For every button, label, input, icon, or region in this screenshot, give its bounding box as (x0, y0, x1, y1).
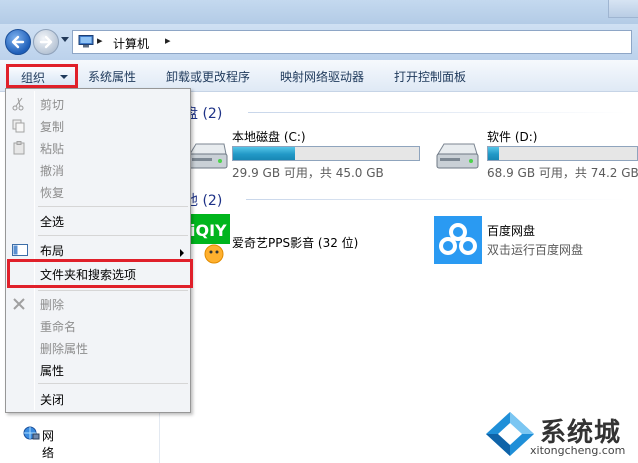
arrow-right-icon (39, 35, 53, 49)
svg-text:iQIY: iQIY (190, 221, 227, 240)
group-divider (248, 112, 628, 113)
highlight-annotation-box (7, 259, 193, 288)
breadcrumb-separator[interactable]: ▸ (165, 34, 171, 47)
watermark-url: xitongcheng.com (530, 444, 626, 457)
app-baidu-netdisk[interactable]: 百度网盘 双击运行百度网盘 (434, 214, 638, 266)
menu-item-close[interactable]: 关闭 (40, 391, 64, 408)
network-icon (23, 426, 40, 440)
address-row: ▸ 计算机 ▸ (0, 24, 638, 60)
menu-item-rename[interactable]: 重命名 (40, 318, 76, 335)
paste-icon (13, 141, 25, 155)
drive-space-text: 68.9 GB 可用，共 74.2 GB (487, 166, 638, 180)
app-iqiyi-pps[interactable]: iQIY 爱奇艺PPS影音 (32 位) (186, 214, 386, 266)
recent-pages-dropdown[interactable] (61, 37, 69, 42)
baidu-netdisk-icon (434, 216, 482, 264)
uninstall-program-button[interactable]: 卸载或更改程序 (166, 68, 250, 85)
address-bar[interactable]: ▸ 计算机 ▸ (72, 30, 632, 54)
chevron-down-icon (60, 75, 68, 79)
capacity-fill (233, 147, 295, 160)
chevron-right-icon (180, 249, 184, 257)
menu-item-copy[interactable]: 复制 (40, 118, 64, 135)
windows-logo-icon (486, 412, 534, 456)
menu-item-remove-properties[interactable]: 删除属性 (40, 340, 88, 357)
iqiyi-logo-icon: iQIY (186, 214, 230, 264)
capacity-bar (232, 146, 420, 161)
drive-d[interactable]: 软件 (D:) 68.9 GB 可用，共 74.2 GB (434, 126, 638, 182)
menu-item-layout[interactable]: 布局 (40, 242, 64, 259)
title-bar (0, 0, 638, 24)
capacity-bar (487, 146, 638, 161)
app-description: 双击运行百度网盘 (487, 243, 584, 257)
menu-item-undo[interactable]: 撤消 (40, 162, 64, 179)
menu-icon-gutter (34, 91, 35, 410)
menu-item-cut[interactable]: 剪切 (40, 96, 64, 113)
back-button[interactable] (5, 29, 31, 55)
map-network-drive-button[interactable]: 映射网络驱动器 (280, 68, 364, 85)
open-control-panel-button[interactable]: 打开控制面板 (394, 68, 466, 85)
nav-item-label: 网络 (42, 429, 55, 460)
drive-name: 本地磁盘 (C:) (232, 130, 306, 144)
menu-separator (38, 206, 188, 207)
menu-separator (38, 290, 188, 291)
drive-space-text: 29.9 GB 可用，共 45.0 GB (232, 166, 384, 180)
menu-item-paste[interactable]: 粘贴 (40, 140, 64, 157)
system-properties-button[interactable]: 系统属性 (88, 68, 136, 85)
menu-separator (38, 383, 188, 384)
group-divider (246, 199, 626, 200)
menu-item-redo[interactable]: 恢复 (40, 184, 64, 201)
window-close-button[interactable] (608, 0, 638, 18)
hard-drive-icon (188, 143, 228, 169)
hard-drive-icon (436, 143, 479, 169)
capacity-fill (488, 147, 499, 160)
site-watermark: 系统城 xitongcheng.com (484, 410, 634, 460)
app-name: 百度网盘 (487, 224, 536, 238)
drive-c[interactable]: 本地磁盘 (C:) 29.9 GB 可用，共 45.0 GB (186, 126, 426, 182)
forward-button[interactable] (33, 29, 59, 55)
menu-separator (38, 235, 188, 236)
delete-x-icon (13, 298, 25, 310)
copy-icon (12, 119, 25, 133)
drive-name: 软件 (D:) (487, 130, 538, 144)
computer-icon (78, 35, 94, 48)
breadcrumb-separator[interactable]: ▸ (97, 34, 103, 47)
app-name: 爱奇艺PPS影音 (32 位) (232, 236, 359, 250)
scissors-icon (12, 97, 24, 111)
menu-item-delete[interactable]: 删除 (40, 296, 64, 313)
organize-menu: 剪切 复制 粘贴 撤消 恢复 全选 布局 文件夹和搜索选项 删除 重命名 删除属… (5, 88, 193, 413)
menu-item-properties[interactable]: 属性 (40, 362, 64, 379)
arrow-left-icon (11, 35, 25, 49)
organize-label: 组织 (21, 71, 46, 85)
menu-item-select-all[interactable]: 全选 (40, 213, 64, 230)
breadcrumb-computer[interactable]: 计算机 (113, 35, 149, 52)
organize-button[interactable]: 组织 (6, 64, 78, 88)
layout-icon (12, 244, 28, 256)
